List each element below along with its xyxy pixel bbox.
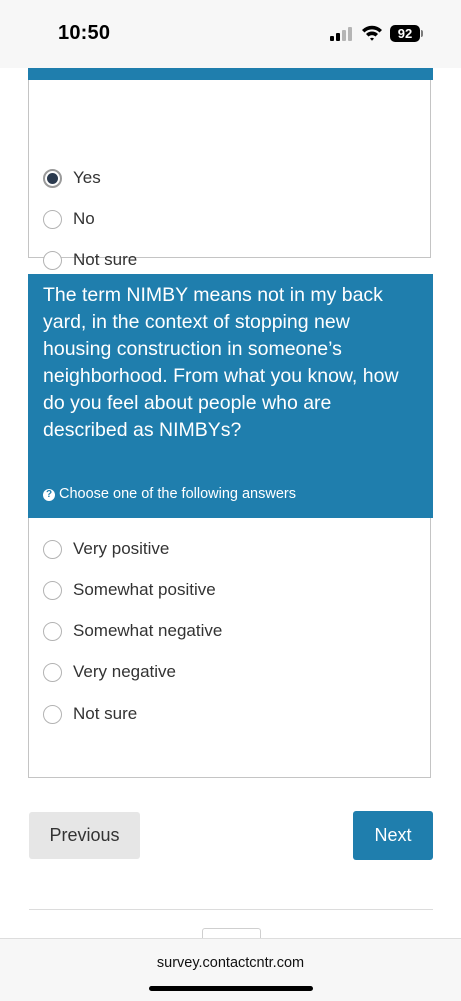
- footer-divider: [29, 909, 433, 910]
- radio-button[interactable]: [43, 622, 62, 641]
- question-text: The term NIMBY means not in my back yard…: [43, 284, 399, 441]
- previous-button[interactable]: Previous: [29, 812, 140, 859]
- battery-tip: [421, 30, 423, 37]
- option-label: Very negative: [73, 662, 177, 681]
- url-text[interactable]: survey.contactcntr.com: [0, 955, 461, 971]
- radio-button[interactable]: [43, 540, 62, 559]
- status-bar: 10:50 92: [0, 0, 461, 68]
- help-icon: ?: [43, 489, 55, 501]
- option-label: Very positive: [73, 539, 170, 558]
- question-hint: ? Choose one of the following answers: [43, 486, 296, 502]
- option-label: No: [73, 209, 95, 228]
- status-time: 10:50: [58, 22, 111, 44]
- option-label: Yes: [73, 168, 101, 187]
- battery-icon: 92: [390, 25, 420, 42]
- question-card-2: The term NIMBY means not in my back yard…: [28, 274, 433, 778]
- home-indicator: [149, 986, 313, 991]
- cellular-signal-icon: [330, 27, 352, 41]
- option-label: Not sure: [73, 250, 138, 269]
- option-label: Somewhat positive: [73, 580, 216, 599]
- radio-button[interactable]: [43, 210, 62, 229]
- wifi-icon: [362, 25, 382, 41]
- option-label: Not sure: [73, 704, 138, 723]
- radio-button[interactable]: [43, 663, 62, 682]
- radio-button[interactable]: [43, 581, 62, 600]
- radio-button[interactable]: [43, 169, 62, 188]
- option-label: Somewhat negative: [73, 621, 223, 640]
- radio-button[interactable]: [43, 251, 62, 270]
- question-header-strip: [28, 68, 433, 80]
- question-header: The term NIMBY means not in my back yard…: [28, 274, 433, 518]
- radio-button[interactable]: [43, 705, 62, 724]
- question-card-1: Yes No Not sure: [28, 68, 433, 270]
- hint-text: Choose one of the following answers: [59, 486, 296, 502]
- next-button[interactable]: Next: [353, 811, 433, 860]
- browser-address-bar[interactable]: survey.contactcntr.com: [0, 938, 461, 1001]
